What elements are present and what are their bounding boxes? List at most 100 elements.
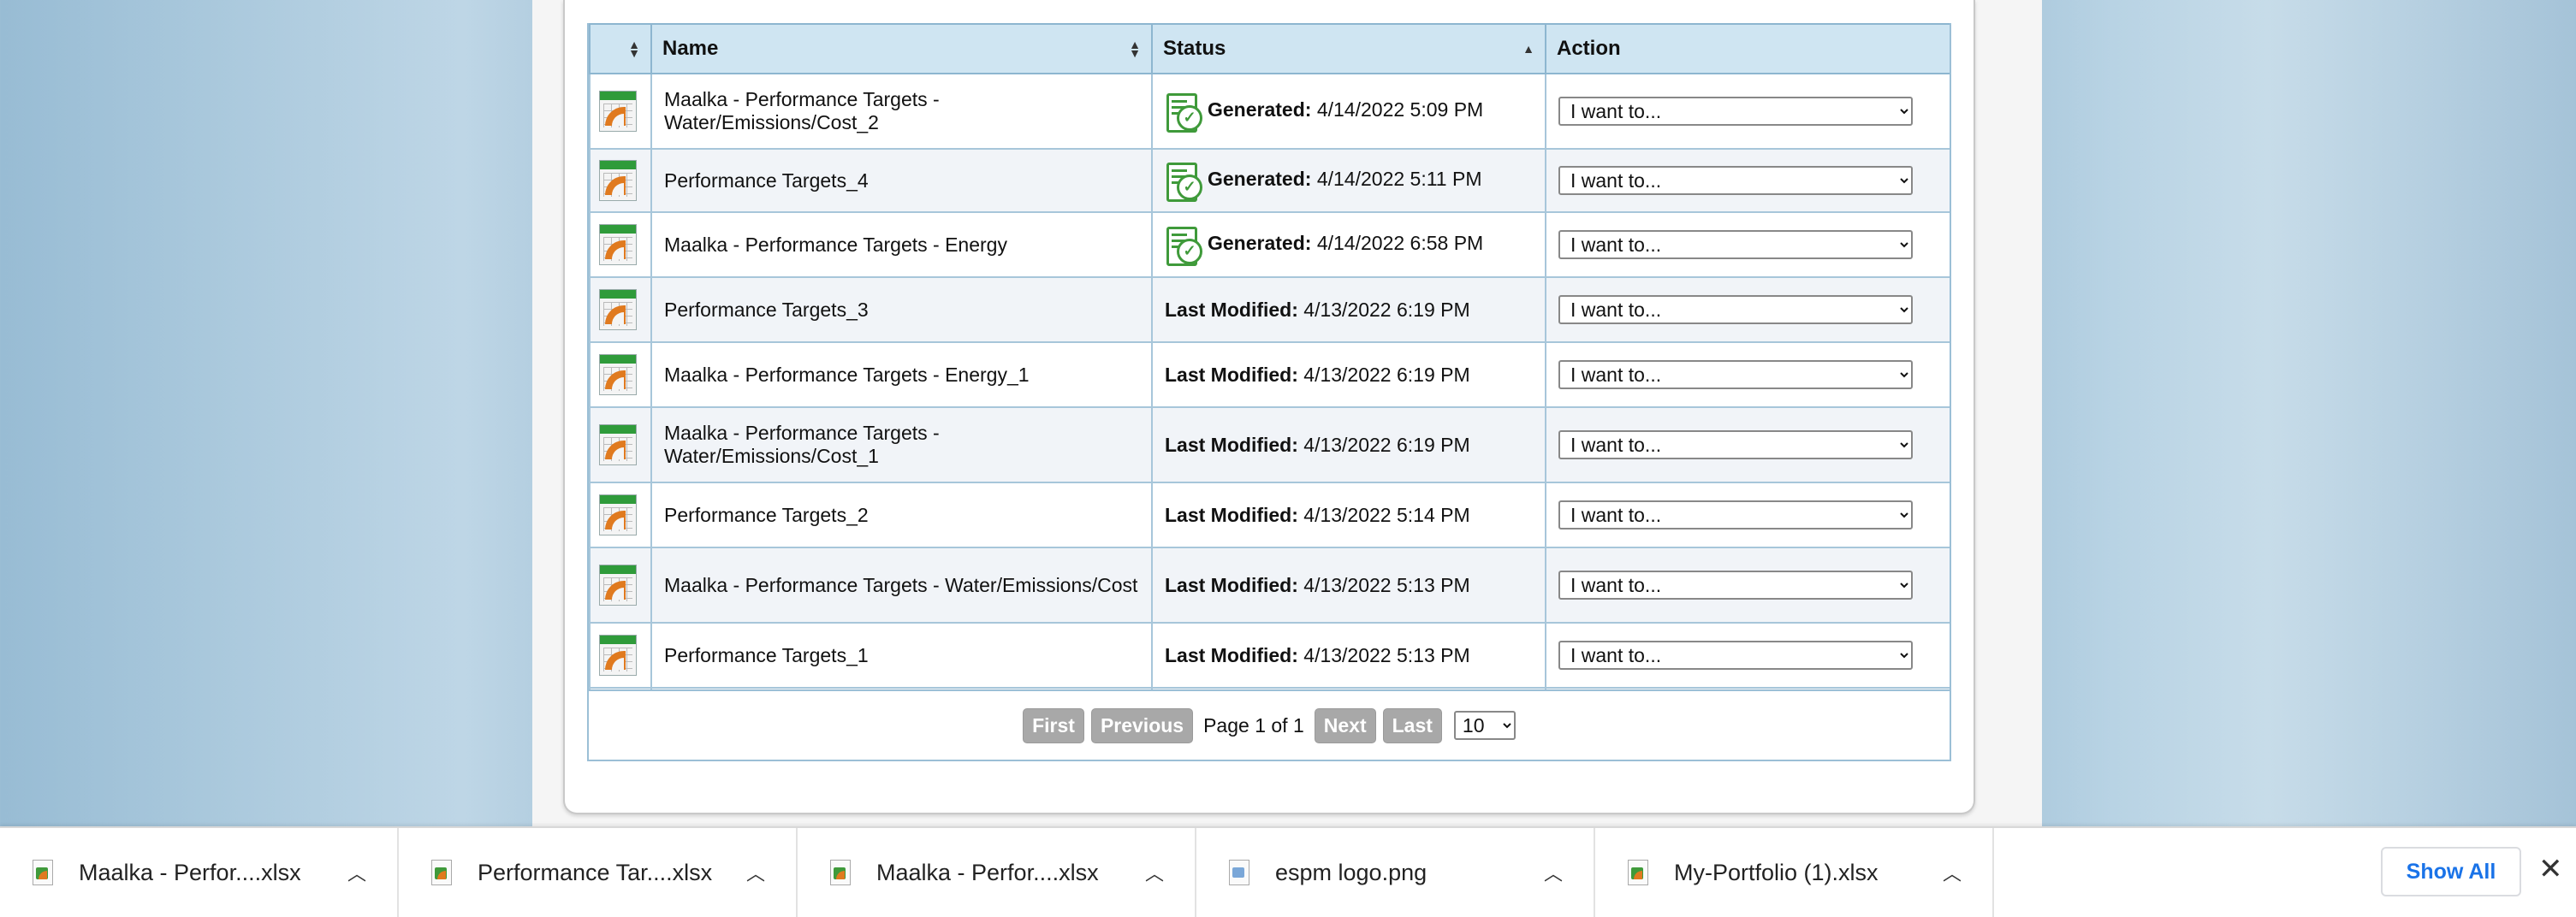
status-time: 4/13/2022 5:13 PM xyxy=(1303,573,1470,596)
download-item[interactable]: Maalka - Perfor....xlsx ︿ xyxy=(798,828,1196,917)
download-item[interactable]: Maalka - Perfor....xlsx ︿ xyxy=(0,828,399,917)
report-type-cell xyxy=(589,406,652,483)
png-file-icon xyxy=(1229,860,1249,885)
status-column-header[interactable]: Status ▲ xyxy=(1151,23,1546,74)
report-name-cell: Maalka - Performance Targets - Energy xyxy=(650,211,1153,278)
previous-page-button[interactable]: Previous xyxy=(1090,707,1194,743)
action-select[interactable]: I want to... xyxy=(1558,641,1913,670)
action-select[interactable]: I want to... xyxy=(1558,500,1913,529)
report-status-cell: Last Modified: 4/13/2022 6:19 PM xyxy=(1151,341,1546,408)
report-type-cell xyxy=(589,341,652,408)
report-status-cell: Last Modified: 4/13/2022 5:13 PM xyxy=(1151,622,1546,689)
spreadsheet-chart-icon xyxy=(599,91,637,132)
next-page-button[interactable]: Next xyxy=(1314,707,1376,743)
reports-table-container[interactable]: ▲ ▼ Name ▲ ▼ Status ▲ Action Maalka - Perfor… xyxy=(587,23,1951,690)
report-name-cell: Performance Targets_4 xyxy=(650,148,1153,213)
report-name: Maalka - Performance Targets - Energy xyxy=(664,233,1007,256)
download-item[interactable]: espm logo.png ︿ xyxy=(1196,828,1595,917)
chevron-up-icon[interactable]: ︿ xyxy=(746,859,765,886)
name-column-header[interactable]: Name ▲ ▼ xyxy=(650,23,1153,74)
report-name: Maalka - Performance Targets - Water/Emi… xyxy=(664,88,940,133)
table-row: Maalka - Performance Targets - Water/Emi… xyxy=(589,73,1950,150)
table-row: Performance Targets_1 Last Modified: 4/13… xyxy=(589,622,1950,689)
report-status-cell: ✓ Generated: 4/14/2022 5:09 PM xyxy=(1151,73,1546,150)
spreadsheet-chart-icon xyxy=(599,635,637,676)
report-name: Maalka - Performance Targets - Water/Emi… xyxy=(664,422,940,467)
icon-column-header[interactable]: ▲ ▼ xyxy=(589,23,652,74)
first-page-button[interactable]: First xyxy=(1023,707,1084,743)
spreadsheet-chart-icon xyxy=(599,565,637,606)
xlsx-file-icon xyxy=(830,860,851,885)
table-row: Performance Targets_2 Last Modified: 4/13… xyxy=(589,482,1950,548)
status-label: Last Modified: xyxy=(1165,503,1298,526)
table-row: Maalka - Performance Targets - Water/Emi… xyxy=(589,406,1950,483)
sort-icon[interactable]: ▲ ▼ xyxy=(1129,38,1141,59)
report-type-cell xyxy=(589,547,652,624)
downloads-bar: Maalka - Perfor....xlsx ︿ Performance Tar.… xyxy=(0,826,2576,917)
status-time: 4/13/2022 6:19 PM xyxy=(1303,363,1470,386)
table-row: Maalka - Performance Targets - Energy_1 L… xyxy=(589,341,1950,408)
close-icon[interactable]: ✕ xyxy=(2538,852,2563,886)
show-all-downloads-button[interactable]: Show All xyxy=(2381,847,2521,896)
status-time: 4/13/2022 6:19 PM xyxy=(1303,433,1470,456)
action-select[interactable]: I want to... xyxy=(1558,430,1913,459)
report-name: Maalka - Performance Targets - Water/Emi… xyxy=(664,573,1138,596)
download-item[interactable]: My-Portfolio (1).xlsx ︿ xyxy=(1595,828,1994,917)
chevron-up-icon[interactable]: ︿ xyxy=(1544,859,1563,886)
status-label: Generated: xyxy=(1208,98,1312,121)
report-name-cell: Maalka - Performance Targets - Energy_1 xyxy=(650,341,1153,408)
report-name-cell: Maalka - Performance Targets - Water/Emi… xyxy=(650,547,1153,624)
generated-report-icon: ✓ xyxy=(1165,225,1202,266)
download-file-name: My-Portfolio (1).xlsx xyxy=(1674,859,1879,885)
status-label: Last Modified: xyxy=(1165,363,1298,386)
report-name: Performance Targets_3 xyxy=(664,298,869,321)
download-file-name: Maalka - Perfor....xlsx xyxy=(876,859,1099,885)
action-column-header: Action xyxy=(1545,23,1950,74)
status-label: Generated: xyxy=(1208,168,1312,191)
action-select[interactable]: I want to... xyxy=(1558,360,1913,389)
last-page-button[interactable]: Last xyxy=(1382,707,1442,743)
report-type-cell xyxy=(589,148,652,213)
report-status-cell: Last Modified: 4/13/2022 6:19 PM xyxy=(1151,406,1546,483)
status-label: Last Modified: xyxy=(1165,298,1298,321)
report-action-cell: I want to... xyxy=(1545,276,1950,343)
download-file-name: Performance Tar....xlsx xyxy=(478,859,713,885)
pagination-bar: First Previous Page 1 of 1 Next Last 10 xyxy=(587,689,1951,761)
report-action-cell: I want to... xyxy=(1545,406,1950,483)
xlsx-file-icon xyxy=(1628,860,1648,885)
spreadsheet-chart-icon xyxy=(599,494,637,535)
page-size-select[interactable]: 10 xyxy=(1453,711,1516,740)
spreadsheet-chart-icon xyxy=(599,289,637,330)
report-name-cell: Performance Targets_3 xyxy=(650,276,1153,343)
action-select[interactable]: I want to... xyxy=(1558,166,1913,195)
table-row: Performance Targets_3 Last Modified: 4/13… xyxy=(589,276,1950,343)
report-name: Performance Targets_4 xyxy=(664,169,869,192)
sort-ascending-icon[interactable]: ▲ xyxy=(1522,43,1534,55)
generated-report-icon: ✓ xyxy=(1165,161,1202,202)
action-select[interactable]: I want to... xyxy=(1558,295,1913,324)
report-name-cell: Performance Targets_1 xyxy=(650,622,1153,689)
download-file-name: Maalka - Perfor....xlsx xyxy=(79,859,301,885)
report-type-cell xyxy=(589,211,652,278)
chevron-up-icon[interactable]: ︿ xyxy=(1145,859,1164,886)
sort-icon[interactable]: ▲ ▼ xyxy=(628,38,640,59)
report-action-cell: I want to... xyxy=(1545,211,1950,278)
chevron-up-icon[interactable]: ︿ xyxy=(347,859,366,886)
report-type-cell xyxy=(589,622,652,689)
spreadsheet-chart-icon xyxy=(599,224,637,265)
report-action-cell: I want to... xyxy=(1545,482,1950,548)
action-select[interactable]: I want to... xyxy=(1558,571,1913,600)
reports-table: ▲ ▼ Name ▲ ▼ Status ▲ Action Maalka - Perfor… xyxy=(589,23,1950,690)
table-row: Maalka - Performance Targets - Water/Emi… xyxy=(589,547,1950,624)
download-item[interactable]: Performance Tar....xlsx ︿ xyxy=(399,828,798,917)
status-label: Generated: xyxy=(1208,232,1312,255)
report-status-cell: ✓ Generated: 4/14/2022 6:58 PM xyxy=(1151,211,1546,278)
report-name-cell: Performance Targets_2 xyxy=(650,482,1153,548)
action-select[interactable]: I want to... xyxy=(1558,230,1913,259)
action-select[interactable]: I want to... xyxy=(1558,97,1913,126)
chevron-up-icon[interactable]: ︿ xyxy=(1943,859,1962,886)
xlsx-file-icon xyxy=(431,860,452,885)
report-action-cell: I want to... xyxy=(1545,622,1950,689)
status-time: 4/14/2022 6:58 PM xyxy=(1316,232,1484,255)
table-row: Maalka - Performance Targets - Energy ✓ Ge… xyxy=(589,211,1950,278)
